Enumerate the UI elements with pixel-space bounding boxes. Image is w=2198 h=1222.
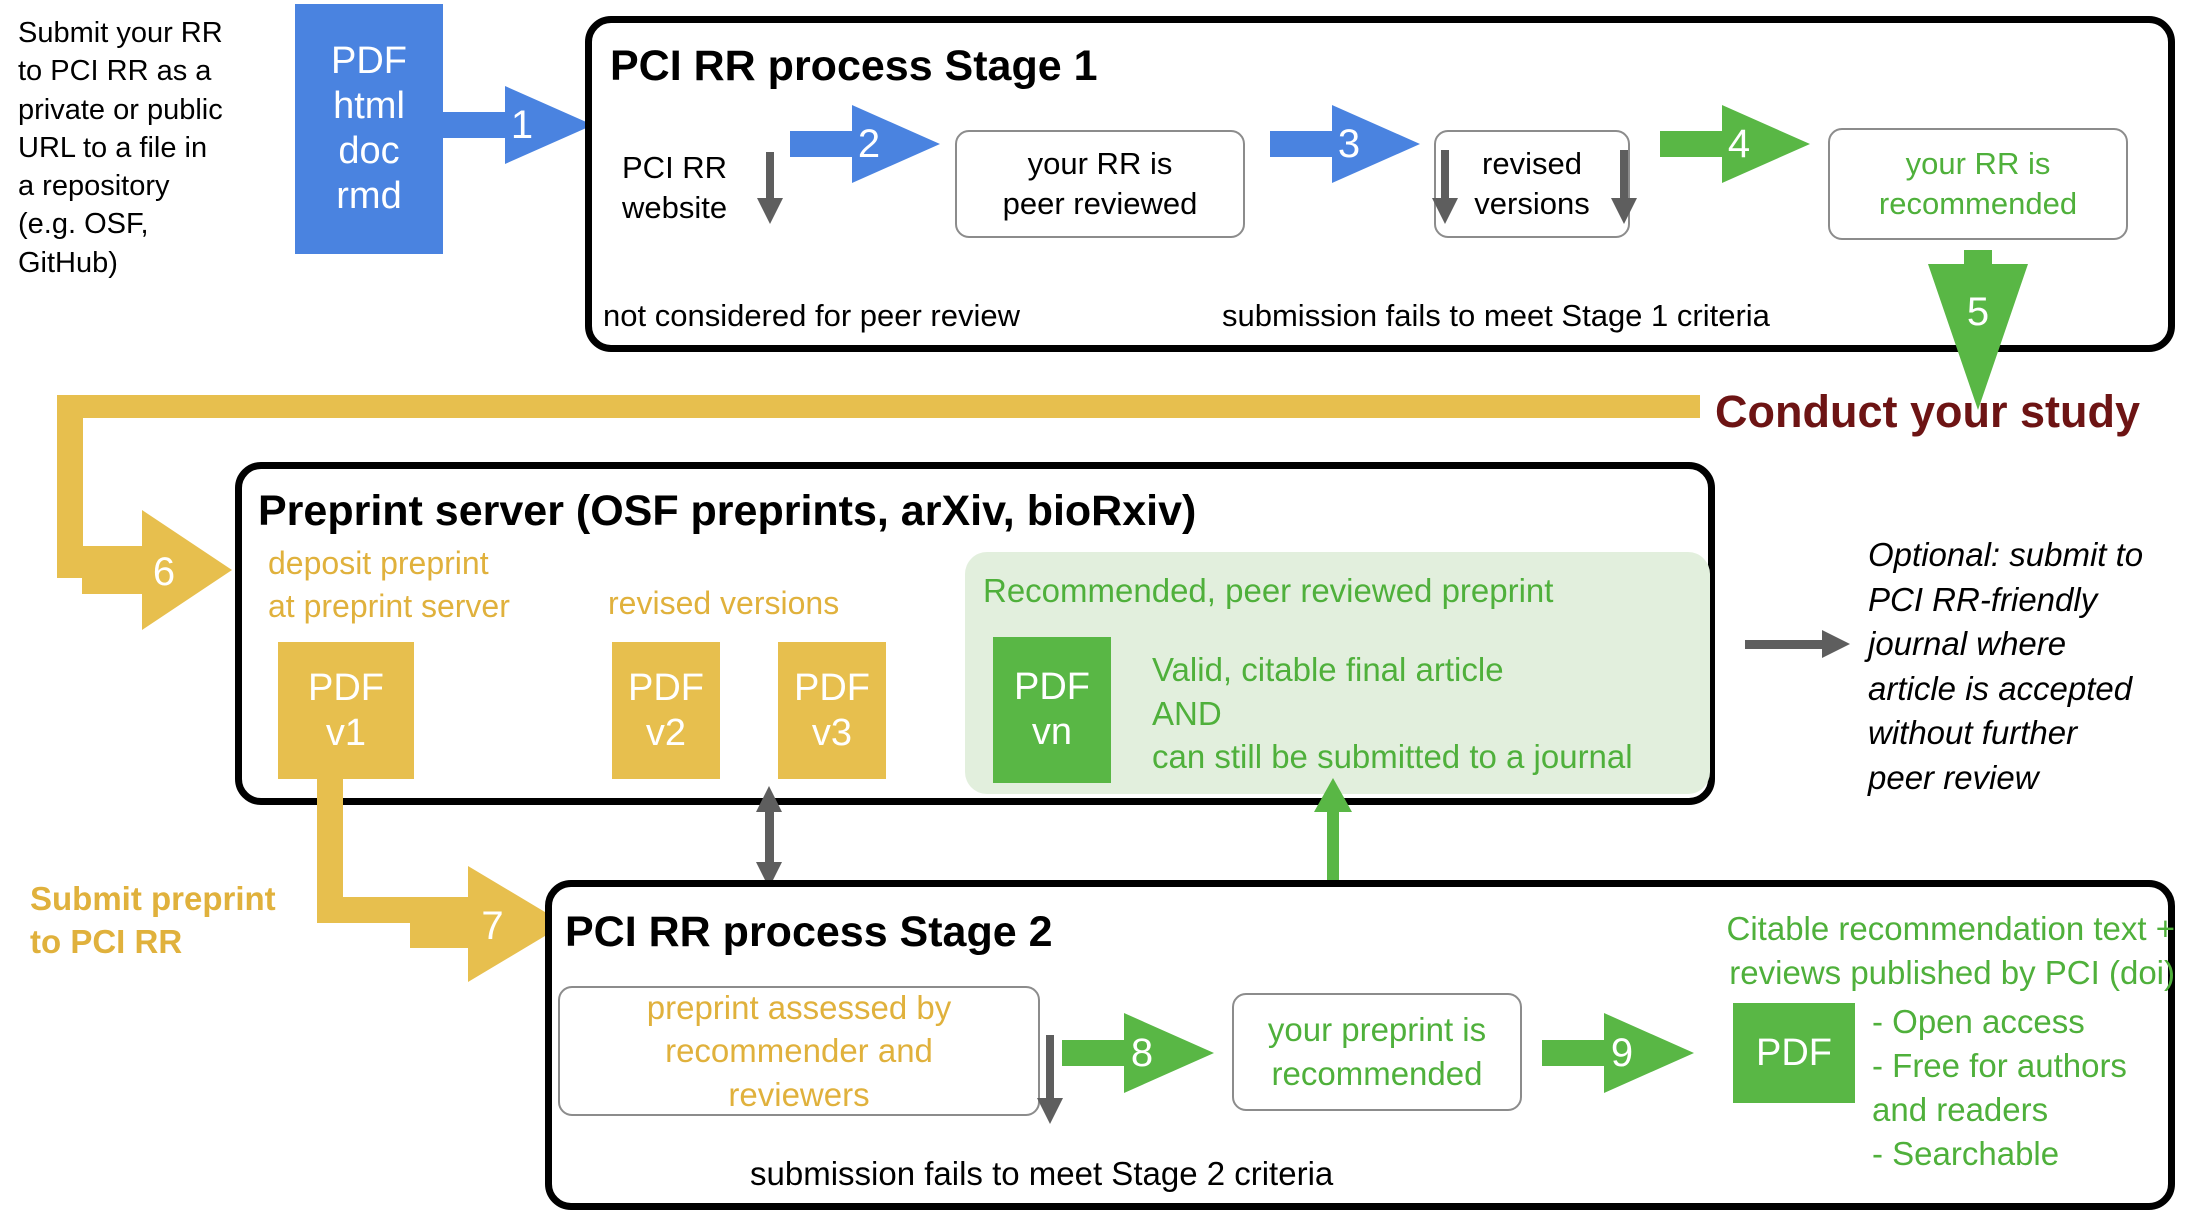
block-arrow-9-number: 9 — [1610, 1031, 1634, 1075]
stage1-fail-right-text: submission fails to meet Stage 1 criteri… — [1222, 298, 1770, 333]
stage1-title: PCI RR process Stage 1 — [610, 42, 1098, 90]
block-arrow-3-number: 3 — [1337, 122, 1361, 166]
stage2-box-assessed: preprint assessed by recommender and rev… — [558, 986, 1040, 1116]
block-arrow-8-number: 8 — [1130, 1031, 1154, 1075]
stage1-box-revised-versions-label: revised versions — [1474, 145, 1590, 221]
preprint-chip-v2-type: PDF — [628, 666, 704, 709]
preprint-chip-v1-version: v1 — [325, 711, 367, 754]
block-arrow-2: 2 — [790, 105, 940, 183]
stage1-fail-arrowhead-2 — [1432, 198, 1458, 224]
stage1-box-recommended-label: your RR is recommended — [1878, 145, 2078, 221]
stage1-box-recommended: your RR is recommended — [1828, 128, 2128, 240]
block-arrow-4: 4 — [1660, 105, 1810, 183]
preprint-deposit-label: deposit preprint at preprint server — [268, 545, 510, 624]
block-arrow-7-number: 7 — [481, 904, 504, 948]
preprint-chip-v3-version: v3 — [811, 711, 853, 754]
preprint-chip-v3-type: PDF — [794, 666, 870, 709]
stage2-title: PCI RR process Stage 2 — [565, 908, 1053, 956]
stage2-fail-text: submission fails to meet Stage 2 criteri… — [750, 1155, 1334, 1192]
recommended-preprint-heading: Recommended, peer reviewed preprint — [983, 572, 1554, 609]
stage2-pdf-chip-label: PDF — [1756, 1031, 1832, 1074]
stage2-fail-line — [1046, 1035, 1054, 1103]
stage2-box-recommended-label: your preprint is recommended — [1267, 1011, 1487, 1092]
stage2-box-assessed-label: preprint assessed by recommender and rev… — [646, 988, 952, 1113]
stage1-fail-line-1 — [766, 152, 774, 202]
stage2-fail-arrowhead — [1037, 1098, 1063, 1124]
block-arrow-6-number: 6 — [152, 550, 176, 594]
preprint-chip-v1: PDF v1 — [278, 642, 414, 779]
stage1-box-peer-reviewed: your RR is peer reviewed — [955, 130, 1245, 238]
preprint-chip-vn: PDF vn — [993, 637, 1111, 783]
revision-arrow-line — [765, 808, 774, 868]
stage1-fail-line-2 — [1441, 150, 1449, 202]
stage1-fail-left-text: not considered for peer review — [603, 298, 1021, 333]
block-arrow-2-number: 2 — [857, 122, 881, 166]
preprint-revised-label: revised versions — [608, 585, 840, 621]
preprint-server-title: Preprint server (OSF preprints, arXiv, b… — [258, 487, 1197, 535]
diagram-canvas: Submit your RR to PCI RR as a private or… — [0, 0, 2198, 1222]
submission-file-chip: PDF html doc rmd — [295, 4, 443, 254]
block-arrow-1-number: 1 — [510, 103, 534, 147]
block-arrow-6: 6 — [82, 510, 232, 630]
stage2-box-recommended: your preprint is recommended — [1232, 993, 1522, 1111]
stage1-box-revised-versions: revised versions — [1434, 130, 1630, 238]
stage1-fail-line-3 — [1620, 150, 1628, 202]
optional-journal-arrowhead — [1822, 630, 1850, 658]
submission-file-chip-label: PDF html doc rmd — [331, 40, 407, 217]
optional-journal-line — [1745, 640, 1829, 649]
stage1-box-peer-reviewed-label: your RR is peer reviewed — [1002, 145, 1198, 221]
intro-note: Submit your RR to PCI RR as a private or… — [18, 17, 223, 279]
block-arrow-9: 9 — [1542, 1013, 1694, 1093]
stage2-pdf-chip: PDF — [1733, 1003, 1855, 1103]
block-arrow-4-number: 4 — [1727, 122, 1751, 166]
preprint-chip-vn-type: PDF — [1014, 666, 1090, 709]
stage2-bullets: - Open access - Free for authors and rea… — [1872, 1003, 2127, 1172]
block-arrow-7: 7 — [410, 866, 565, 982]
preprint-chip-v3: PDF v3 — [778, 642, 886, 779]
submit-preprint-label: Submit preprint to PCI RR — [30, 880, 276, 960]
stage2-citable-heading: Citable recommendation text + reviews pu… — [1726, 910, 2175, 991]
optional-journal-text: Optional: submit to PCI RR-friendly jour… — [1868, 536, 2144, 796]
stage1-fail-arrowhead-1 — [757, 198, 783, 224]
stage1-fail-arrowhead-3 — [1611, 198, 1637, 224]
preprint-chip-v2-version: v2 — [645, 711, 687, 754]
block-arrow-5-number: 5 — [1966, 290, 1990, 334]
conduct-your-study-label: Conduct your study — [1715, 386, 2140, 437]
block-arrow-1: 1 — [443, 86, 593, 164]
block-arrow-3: 3 — [1270, 105, 1420, 183]
preprint-chip-v2: PDF v2 — [612, 642, 720, 779]
preprint-chip-vn-version: vn — [1031, 711, 1073, 753]
block-arrow-8: 8 — [1062, 1013, 1214, 1093]
preprint-chip-v1-type: PDF — [308, 666, 384, 709]
recommended-preprint-body: Valid, citable final article AND can sti… — [1152, 651, 1633, 776]
